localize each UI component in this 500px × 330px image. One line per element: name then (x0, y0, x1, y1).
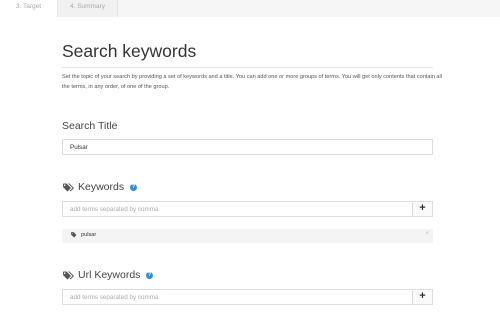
keywords-help-icon[interactable]: ? (130, 184, 137, 191)
search-title-value: Pulsar (70, 143, 88, 151)
keywords-label: Keywords (78, 181, 125, 193)
add-keywords-button[interactable]: + (412, 201, 433, 217)
url-keywords-label: Url Keywords (78, 269, 141, 281)
page-title: Search keywords (62, 41, 197, 61)
tag-icon (71, 232, 77, 238)
page-description: Set the topic of your search by providin… (62, 74, 442, 90)
add-url-keywords-button[interactable]: + (412, 289, 433, 305)
tab-target[interactable]: 3. Target (0, 0, 58, 17)
search-title-label: Search Title (62, 120, 118, 132)
form-card (0, 17, 500, 330)
url-keywords-help-icon[interactable]: ? (146, 272, 153, 279)
divider (62, 67, 433, 68)
wizard-tabs: 3. Target 4. Summary (0, 0, 500, 17)
tab-summary[interactable]: 4. Summary (58, 0, 118, 17)
keywords-input[interactable]: add terms separated by comma (62, 201, 413, 217)
keywords-placeholder: add terms separated by comma (70, 205, 159, 213)
tags-icon (63, 183, 74, 192)
tags-icon (63, 271, 74, 280)
keyword-tag: pulsar × (62, 229, 433, 243)
keyword-tag-text: pulsar (81, 232, 97, 238)
url-keywords-placeholder: add terms separated by comma (70, 293, 159, 301)
url-keywords-input[interactable]: add terms separated by comma (62, 289, 413, 305)
search-title-input[interactable]: Pulsar (62, 139, 433, 155)
remove-tag-icon[interactable]: × (425, 231, 429, 237)
